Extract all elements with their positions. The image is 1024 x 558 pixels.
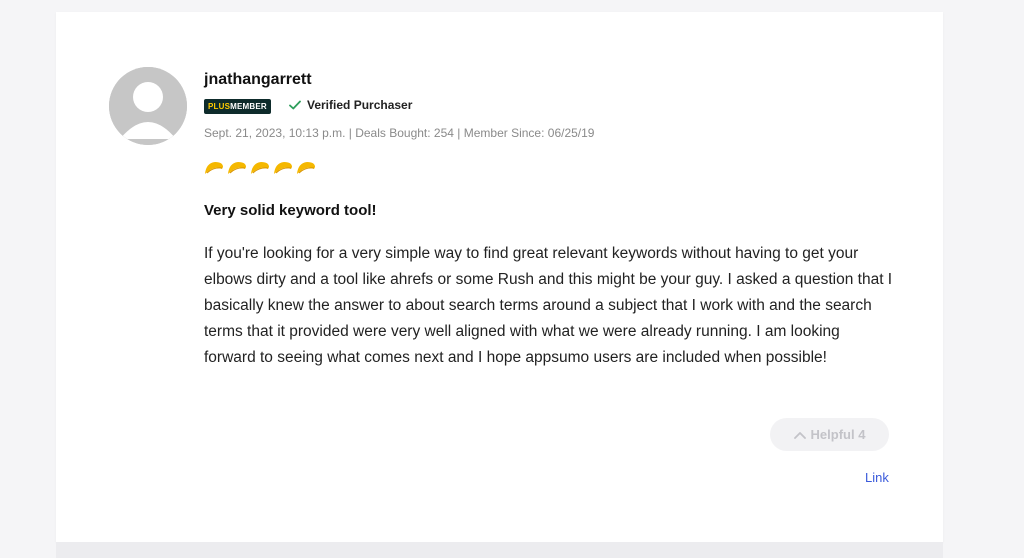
taco-icon	[273, 161, 293, 175]
check-icon	[289, 100, 301, 110]
verified-label: Verified Purchaser	[307, 98, 413, 112]
avatar	[109, 67, 187, 145]
taco-icon	[250, 161, 270, 175]
review-body: If you're looking for a very simple way …	[204, 245, 893, 366]
verified-purchaser: Verified Purchaser	[289, 98, 412, 112]
reviewer-username[interactable]: jnathangarrett	[204, 71, 312, 89]
taco-icon	[227, 161, 247, 175]
review-link[interactable]: Link	[865, 470, 889, 485]
review-card: jnathangarrett PLUS MEMBER Verified Purc…	[56, 12, 943, 542]
taco-icon	[296, 161, 316, 175]
top-bar	[0, 0, 1024, 8]
badge-plus-text: PLUS	[208, 102, 231, 111]
helpful-label: Helpful 4	[810, 427, 866, 442]
taco-rating	[204, 161, 316, 175]
badge-member-text: MEMBER	[230, 102, 267, 111]
next-card-edge	[56, 542, 943, 558]
review-title: Very solid keyword tool!	[204, 202, 377, 219]
chevron-up-icon	[793, 431, 806, 439]
plus-member-badge: PLUS MEMBER	[204, 99, 271, 114]
review-meta: Sept. 21, 2023, 10:13 p.m. | Deals Bough…	[204, 126, 595, 140]
user-silhouette-icon	[109, 67, 187, 145]
taco-icon	[204, 161, 224, 175]
helpful-button[interactable]: Helpful 4	[770, 418, 889, 451]
